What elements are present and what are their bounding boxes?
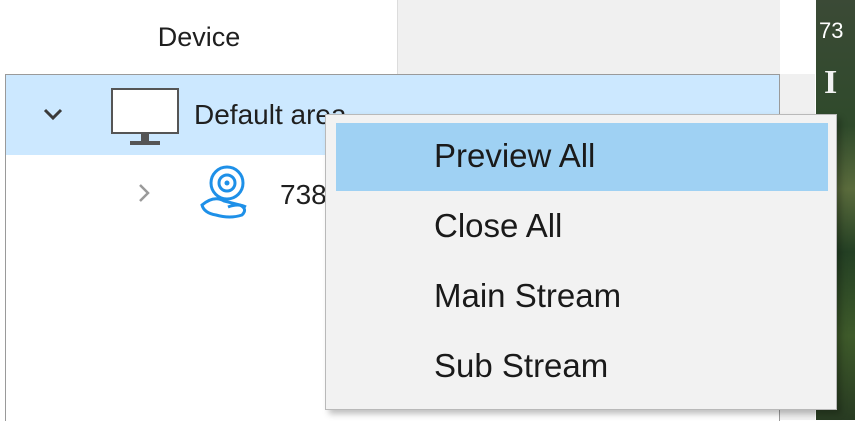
workspace-background — [398, 0, 780, 74]
tree-group-label[interactable]: Default area — [194, 99, 347, 131]
monitor-icon — [111, 88, 179, 145]
menu-item-label: Main Stream — [434, 277, 622, 314]
menu-item-main-stream[interactable]: Main Stream — [336, 263, 828, 331]
menu-item-sub-stream[interactable]: Sub Stream — [336, 333, 828, 401]
menu-item-preview-all[interactable]: Preview All — [336, 123, 828, 191]
context-menu: Preview All Close All Main Stream Sub St… — [325, 114, 837, 410]
device-panel-title: Device — [157, 22, 241, 52]
menu-item-label: Preview All — [434, 137, 596, 174]
menu-item-close-all[interactable]: Close All — [336, 193, 828, 261]
panel-divider — [397, 0, 398, 76]
chevron-right-icon[interactable] — [134, 181, 154, 205]
menu-item-label: Sub Stream — [434, 347, 609, 384]
chevron-down-icon[interactable] — [42, 103, 64, 125]
video-overlay-text: I — [824, 64, 838, 101]
webcam-icon — [200, 165, 247, 219]
menu-item-label: Close All — [434, 207, 563, 244]
video-channel-title: 73 — [819, 18, 844, 43]
tree-camera-label[interactable]: 738 — [280, 179, 327, 211]
